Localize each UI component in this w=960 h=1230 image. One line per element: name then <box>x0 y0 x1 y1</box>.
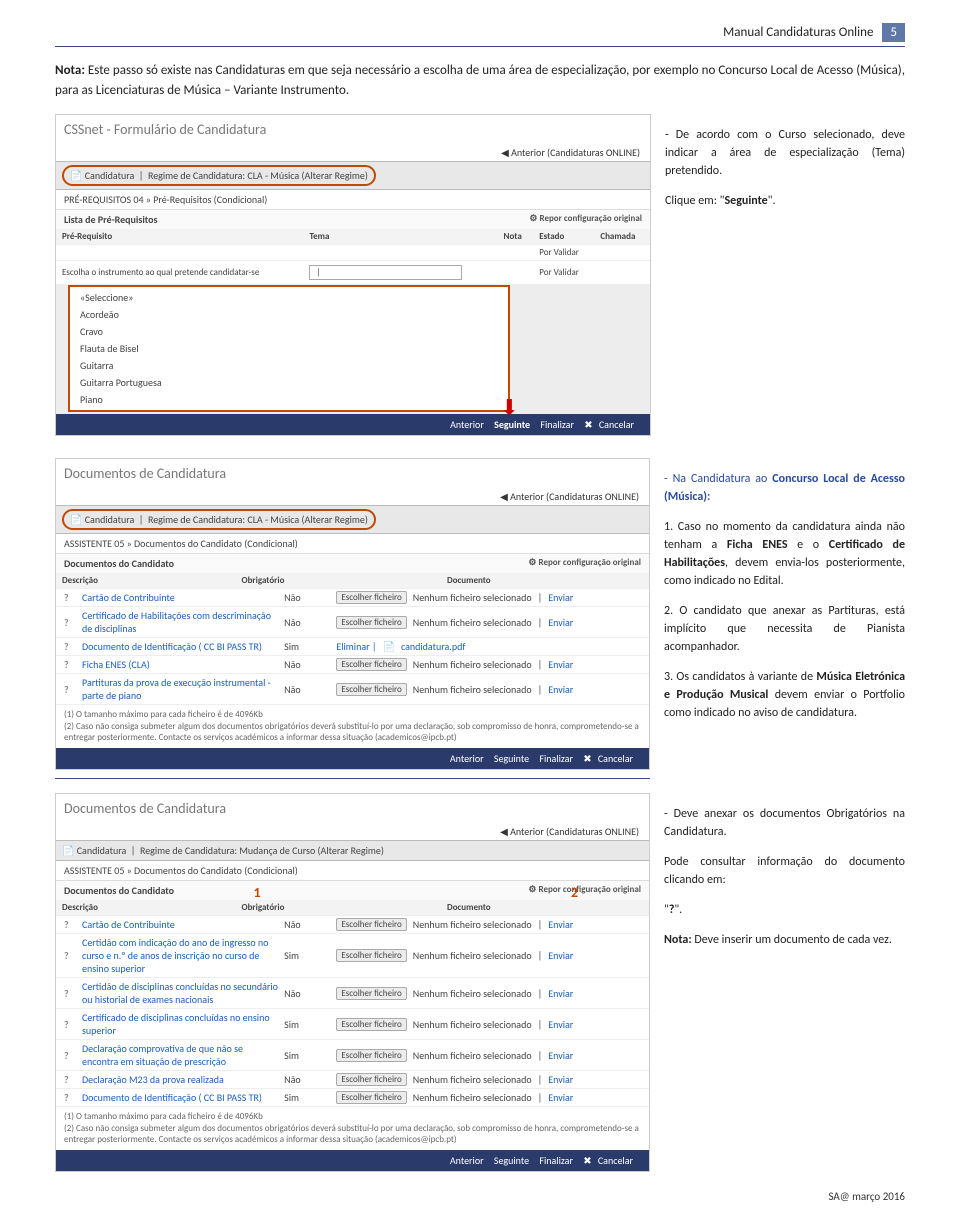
callout-1: 1 <box>254 884 261 901</box>
arrow-down-icon: ⬇ <box>500 394 518 421</box>
shot1-prev[interactable]: Anterior (Candidaturas ONLINE) <box>511 146 640 159</box>
separator-2 <box>55 778 650 779</box>
side2-heading: - Na Candidatura ao Concurso Local de Ac… <box>664 470 905 506</box>
list-item: ?Documento de Identificação ( CC BI PASS… <box>56 1089 649 1107</box>
list-item: ?Partituras da prova de execução instrum… <box>56 674 649 705</box>
candidatura-highlight: 📄 Candidatura | Regime de Candidatura: C… <box>62 165 376 186</box>
callout-2: 2 <box>571 884 578 901</box>
tema-dropdown[interactable]: | <box>309 265 461 280</box>
list-item: ?Cartão de ContribuinteNãoEscolher fiche… <box>56 916 649 934</box>
side1-line2: Clique em: "Seguinte". <box>665 192 905 210</box>
list-item: ?Ficha ENES (CLA)NãoEscolher ficheiroNen… <box>56 656 649 674</box>
side2-p1: 1. Caso no momento da candidatura ainda … <box>664 518 905 590</box>
separator <box>55 46 905 47</box>
page-header: Manual Candidaturas Online 5 <box>55 25 905 40</box>
shot2-title: Documentos de Candidatura <box>56 459 649 488</box>
screenshot-1: CSSnet - Formulário de Candidatura ◀ Ant… <box>55 114 651 436</box>
screenshot-2: Documentos de Candidatura ◀ Anterior (Ca… <box>55 458 650 770</box>
shot3-title: Documentos de Candidatura <box>56 794 649 823</box>
help-icon[interactable]: ? <box>64 1073 76 1086</box>
shot1-title: CSSnet - Formulário de Candidatura <box>56 115 650 144</box>
help-icon[interactable]: ? <box>64 1018 76 1031</box>
help-icon[interactable]: ? <box>64 918 76 931</box>
help-icon[interactable]: ? <box>64 949 76 962</box>
page-number: 5 <box>882 23 905 42</box>
side2-p2: 2. O candidato que anexar as Partituras,… <box>664 602 905 656</box>
list-item: ?Cartão de ContribuinteNãoEscolher fiche… <box>56 589 649 607</box>
side3-l3: "?". <box>664 901 905 919</box>
list-item: ?Certidão com indicação do ano de ingres… <box>56 934 649 978</box>
note-text: Este passo só existe nas Candidaturas em… <box>55 63 905 98</box>
side1-line1: - De acordo com o Curso selecionado, dev… <box>665 126 905 180</box>
help-icon[interactable]: ? <box>64 616 76 629</box>
side3-l4: Nota: Deve inserir um documento de cada … <box>664 931 905 949</box>
side2-p3: 3. Os candidatos à variante de Música El… <box>664 668 905 722</box>
page-footer: SA@ março 2016 <box>55 1190 905 1203</box>
help-icon[interactable]: ? <box>64 683 76 696</box>
list-item: ?Certificado de disciplinas concluídas n… <box>56 1009 649 1040</box>
candidatura-highlight-2: 📄 Candidatura | Regime de Candidatura: C… <box>62 509 376 530</box>
list-item: ?Documento de Identificação ( CC BI PASS… <box>56 638 649 656</box>
breadcrumb: PRÉ-REQUISITOS 04 » Pré-Requisitos (Cond… <box>56 190 650 209</box>
help-icon[interactable]: ? <box>64 591 76 604</box>
list-item: ?Declaração M23 da prova realizadaNãoEsc… <box>56 1071 649 1089</box>
help-icon[interactable]: ? <box>64 640 76 653</box>
help-icon[interactable]: ? <box>64 1049 76 1062</box>
list-item: ?Certificado de Habilitações com descrim… <box>56 607 649 638</box>
list-item: ?Certidão de disciplinas concluídas no s… <box>56 978 649 1009</box>
help-icon[interactable]: ? <box>64 658 76 671</box>
cancelar-button[interactable]: Cancelar <box>599 418 634 431</box>
top-note: Nota: Este passo só existe nas Candidatu… <box>55 61 905 100</box>
list-item: ?Declaração comprovativa de que não se e… <box>56 1040 649 1071</box>
side3-l1: - Deve anexar os documentos Obrigatórios… <box>664 805 905 841</box>
anterior-button[interactable]: Anterior <box>450 418 484 431</box>
side3-l2: Pode consultar informação do documento c… <box>664 853 905 889</box>
header-title: Manual Candidaturas Online <box>723 25 873 40</box>
dropdown-options: «Seleccione» Acordeão Cravo Flauta de Bi… <box>68 285 510 412</box>
help-icon[interactable]: ? <box>64 987 76 1000</box>
screenshot-3: Documentos de Candidatura ◀ Anterior (Ca… <box>55 793 650 1172</box>
note-label: Nota: <box>55 63 85 78</box>
help-icon[interactable]: ? <box>64 1091 76 1104</box>
finalizar-button[interactable]: Finalizar <box>540 418 574 431</box>
